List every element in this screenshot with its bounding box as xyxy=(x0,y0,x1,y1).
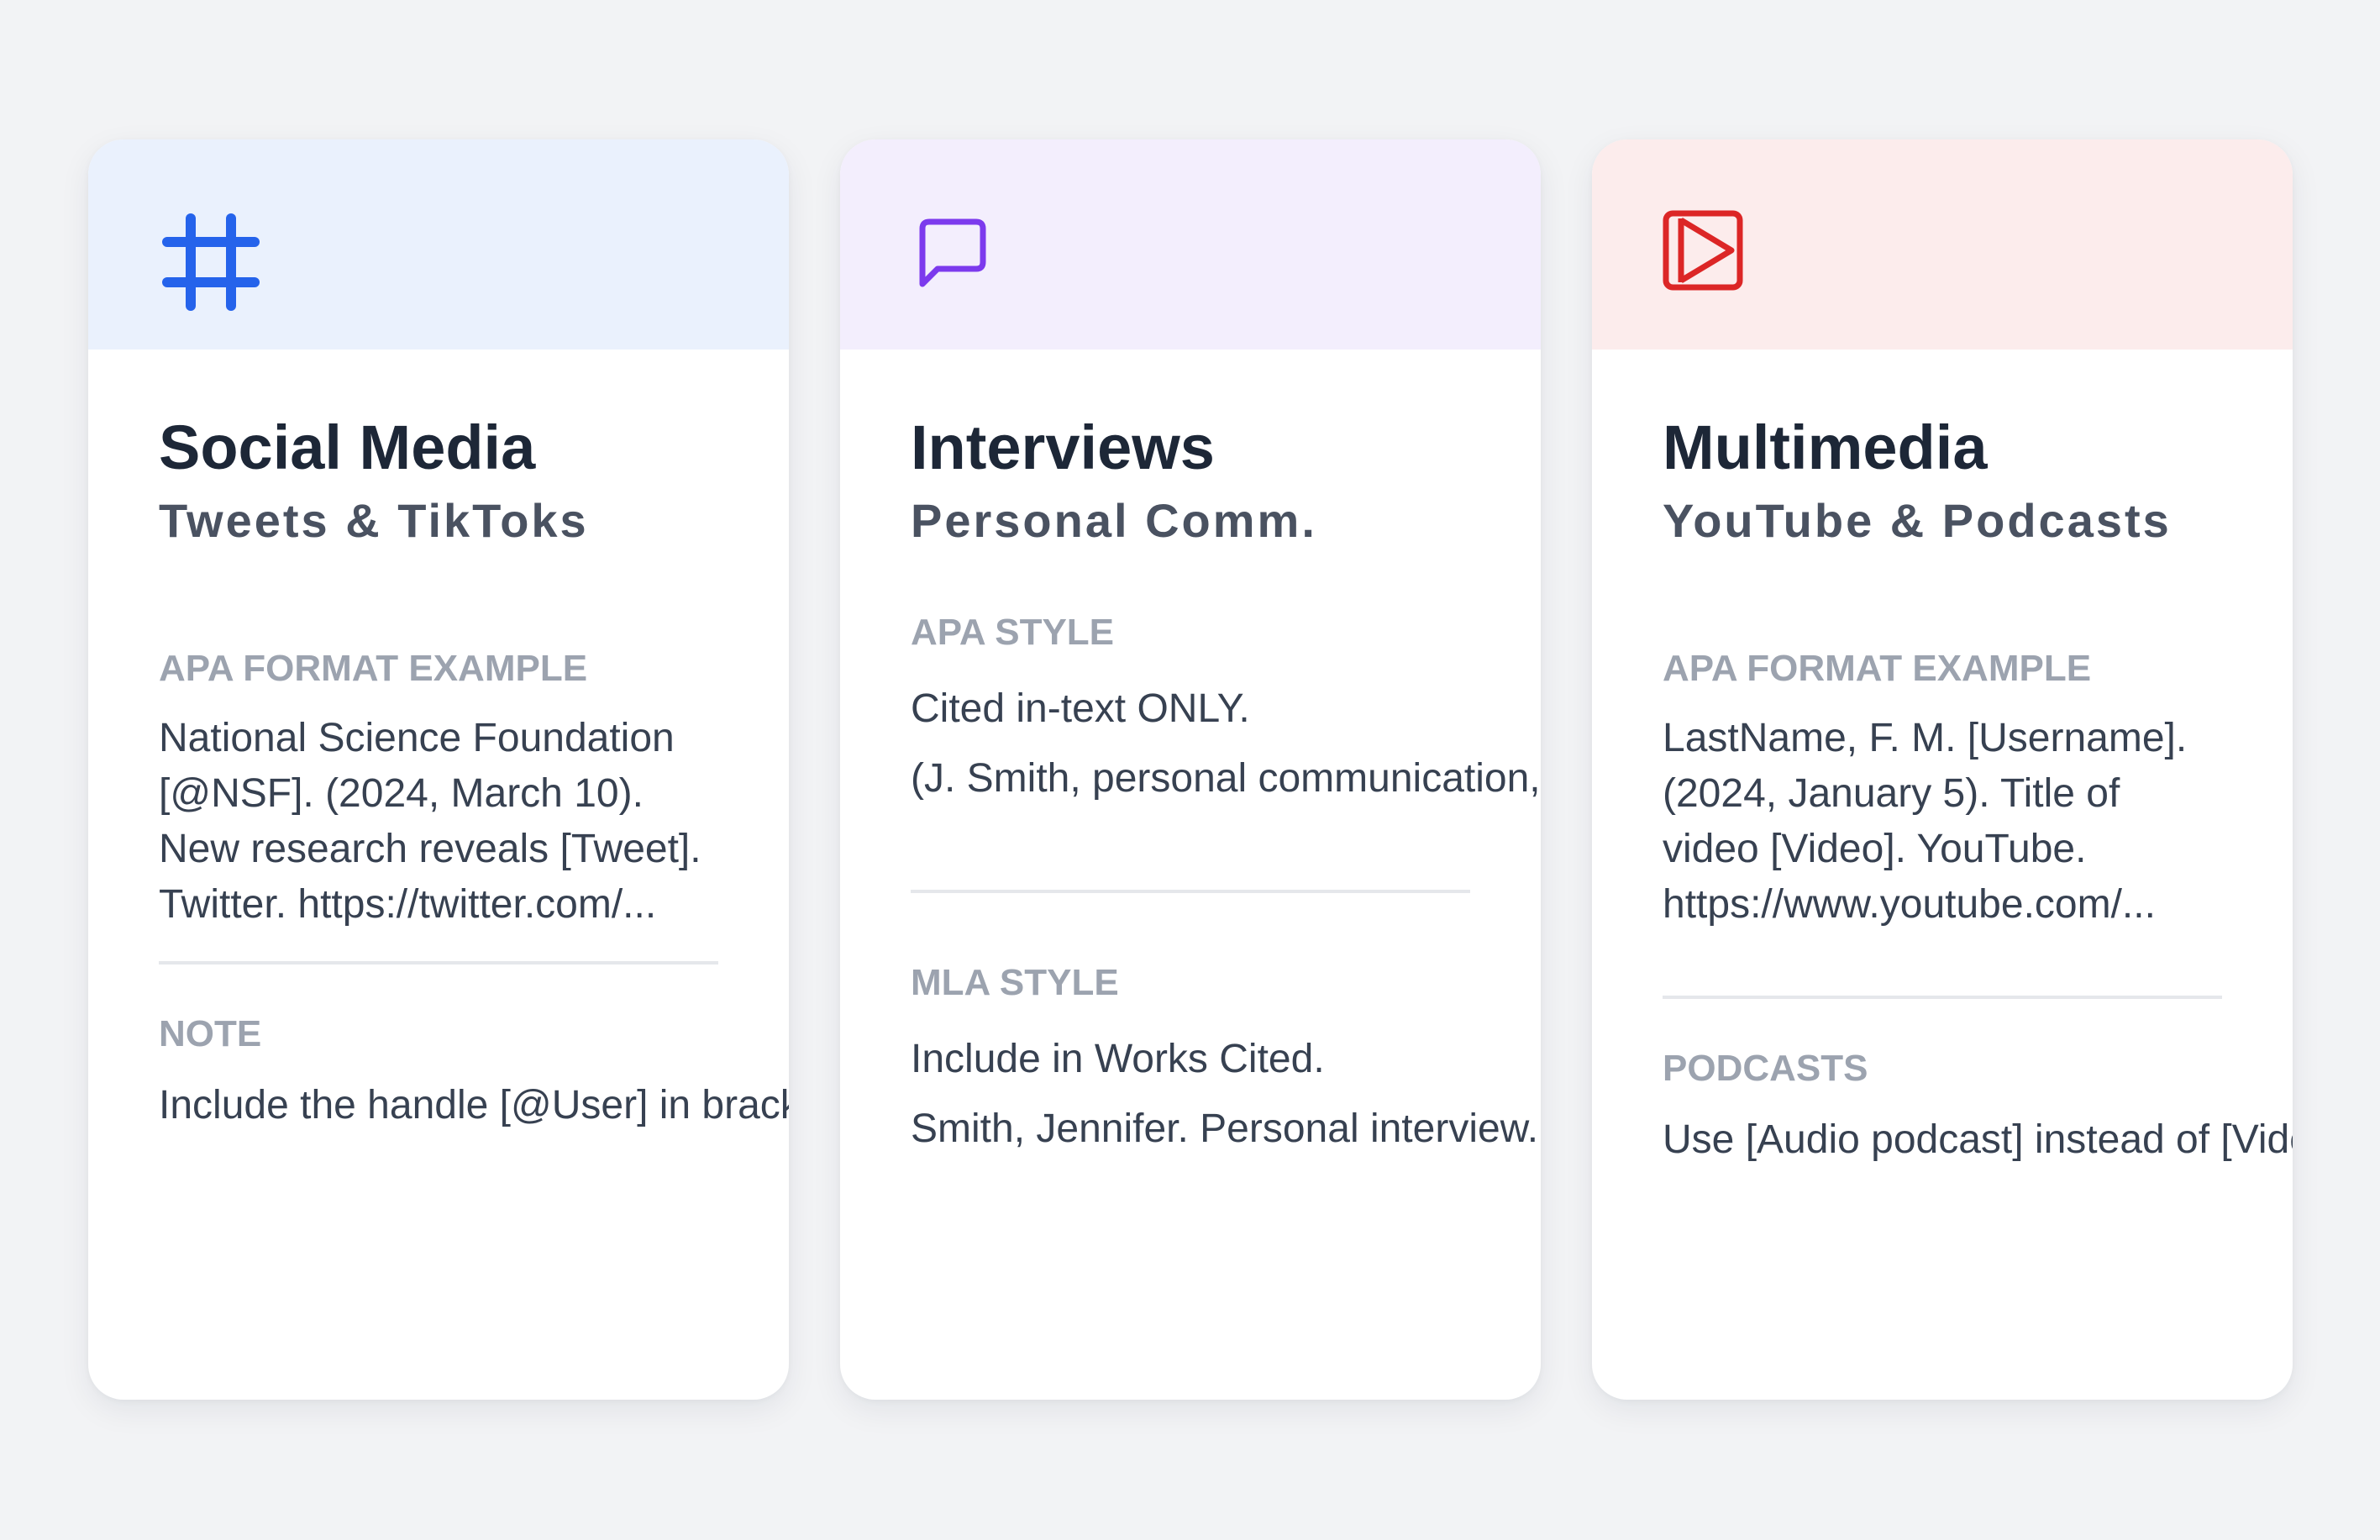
card-header xyxy=(840,139,1541,350)
text-line: Smith, Jennifer. Personal interview. 1 xyxy=(911,1106,1541,1151)
citation-line: https://www.youtube.com/... xyxy=(1663,882,2156,927)
section-divider xyxy=(159,961,718,964)
podcast-note-text: Use [Audio podcast] instead of [Video] xyxy=(1663,1112,2293,1168)
section-label: PODCASTS xyxy=(1663,1048,1868,1089)
section-label: APA FORMAT EXAMPLE xyxy=(159,648,588,689)
citation-card-multimedia: Multimedia YouTube & Podcasts APA FORMAT… xyxy=(1592,139,2293,1400)
citation-line: [@NSF]. (2024, March 10). xyxy=(159,771,644,816)
card-title: Interviews xyxy=(911,413,1215,482)
citation-line: video [Video]. YouTube. xyxy=(1663,827,2087,871)
text-line: Cited in-text ONLY. xyxy=(911,686,1250,731)
note-line: Include the handle [@User] in bracke xyxy=(159,1083,789,1127)
section-label: APA STYLE xyxy=(911,612,1115,653)
card-subtitle: YouTube & Podcasts xyxy=(1663,494,2172,547)
citation-line: New research reveals [Tweet]. xyxy=(159,827,701,871)
card-header xyxy=(88,139,789,350)
citation-line: Twitter. https://twitter.com/... xyxy=(159,882,657,927)
section-divider xyxy=(911,890,1470,893)
text-line: Include in Works Cited. xyxy=(911,1037,1325,1081)
card-title: Social Media xyxy=(159,413,536,482)
card-title: Multimedia xyxy=(1663,413,1988,482)
card-title-group: Interviews Personal Comm. xyxy=(911,417,1541,548)
section-label: NOTE xyxy=(159,1013,262,1054)
note-text: Include the handle [@User] in bracke xyxy=(159,1078,789,1133)
citation-line: LastName, F. M. [Username]. xyxy=(1663,716,2188,760)
note-line: Use [Audio podcast] instead of [Video] xyxy=(1663,1117,2293,1162)
section-divider xyxy=(1663,996,2222,999)
video-play-icon xyxy=(1663,210,1767,314)
card-subtitle: Tweets & TikToks xyxy=(159,494,589,547)
speech-bubble-icon xyxy=(911,210,1015,314)
card-title-group: Multimedia YouTube & Podcasts xyxy=(1663,417,2293,548)
citation-line: (2024, January 5). Title of xyxy=(1663,771,2120,816)
text-line: (J. Smith, personal communication, F xyxy=(911,756,1541,801)
citation-card-social-media: Social Media Tweets & TikToks APA FORMAT… xyxy=(88,139,789,1400)
section-label: MLA STYLE xyxy=(911,962,1119,1003)
citation-line: National Science Foundation xyxy=(159,716,675,760)
section-label: APA FORMAT EXAMPLE xyxy=(1663,648,2092,689)
apa-style-text: Cited in-text ONLY. (J. Smith, personal … xyxy=(911,674,1541,813)
citation-example: LastName, F. M. [Username]. (2024, Janua… xyxy=(1663,711,2187,933)
citation-example: National Science Foundation [@NSF]. (202… xyxy=(159,711,701,933)
card-subtitle: Personal Comm. xyxy=(911,494,1317,547)
mla-style-text: Include in Works Cited. Smith, Jennifer.… xyxy=(911,1024,1541,1164)
card-header xyxy=(1592,139,2293,350)
card-title-group: Social Media Tweets & TikToks xyxy=(159,417,789,548)
hashtag-icon xyxy=(159,210,263,314)
citation-card-interviews: Interviews Personal Comm. APA STYLE Cite… xyxy=(840,139,1541,1400)
